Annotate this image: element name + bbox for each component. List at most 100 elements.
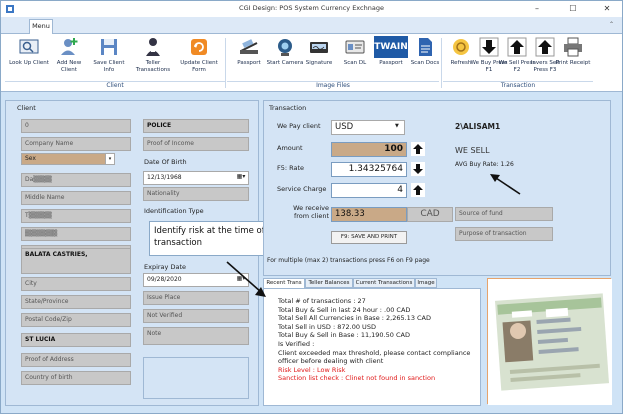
transaction-mode: WE SELL (455, 146, 490, 155)
minimize-button[interactable]: – (525, 1, 549, 17)
save-icon (101, 39, 117, 55)
app-window: CGI Design: POS System Currency Exchnage… (0, 0, 623, 414)
expiry-label: Expiray Date (144, 263, 186, 271)
client-panel-title: Client (17, 104, 36, 112)
tab-image[interactable]: Image (415, 278, 437, 288)
save-client-info-button[interactable]: Save Client Info (89, 36, 129, 80)
look-up-client-button[interactable]: Look Up Client (9, 36, 49, 80)
rate-label: F5: Rate (277, 164, 305, 172)
twain-passport-label: Passport (379, 60, 403, 66)
menu-bar: Menu ⌃ (1, 17, 622, 34)
update-client-form-button[interactable]: Update Client Form (179, 36, 219, 80)
receive-amount: 138.33 (331, 207, 407, 222)
title-bar: CGI Design: POS System Currency Exchnage… (1, 1, 622, 17)
country-field[interactable]: ST LUCIA (21, 333, 131, 347)
transaction-panel-title: Transaction (269, 104, 307, 112)
annotation-arrow-icon (226, 261, 266, 297)
client-id-field[interactable]: 0 (21, 119, 131, 133)
we-pay-label: We Pay client (277, 122, 321, 130)
tab-current-transactions[interactable]: Current Transactions (353, 278, 415, 288)
update-client-form-label: Update Client Form (180, 60, 218, 73)
signature-box (143, 357, 249, 399)
currency-select[interactable]: USD (331, 120, 405, 135)
maximize-button[interactable]: ☐ (561, 1, 585, 17)
id-card-image (487, 278, 612, 405)
start-camera-label: Start Camera (266, 60, 304, 66)
info-line: Total Buy & Sell in Base : 11,190.50 CAD (278, 331, 410, 340)
down-arrow-icon (411, 162, 425, 176)
tab-menu[interactable]: Menu (29, 19, 53, 34)
country-birth-field[interactable]: Country of birth (21, 371, 131, 385)
id-type-label: Identification Type (144, 207, 204, 215)
proof-address-field[interactable]: Proof of Address (21, 353, 131, 367)
scan-dl-icon (345, 40, 365, 54)
info-line: Total Buy & Sell in last 24 hour : .00 C… (278, 305, 411, 314)
tab-teller-balances[interactable]: Teller Balances (305, 278, 353, 288)
add-new-client-label: Add New Client (56, 60, 82, 73)
scan-docs-icon (419, 38, 432, 56)
scan-docs-button[interactable]: Scan Docs (405, 36, 445, 80)
address-field[interactable]: BALATA CASTRIES, (21, 248, 131, 274)
multi-transaction-note: For multiple (max 2) transactions press … (267, 257, 430, 264)
save-and-print-button[interactable]: F9: SAVE AND PRINT (331, 231, 407, 244)
image-files-group-label: Image Files (227, 81, 439, 91)
proof-income-field[interactable]: Proof of Income (143, 137, 249, 151)
passport-scan-button[interactable]: Passport (229, 36, 269, 80)
lookup-client-icon (19, 39, 39, 54)
calendar-icon[interactable]: ▦▾ (235, 173, 247, 183)
id-card-icon (488, 279, 612, 405)
look-up-client-label: Look Up Client (9, 60, 49, 66)
note-field[interactable]: Note (143, 327, 249, 345)
teller-transactions-label: Teller Transactions (135, 60, 171, 73)
scan-dl-button[interactable]: Scan DL (335, 36, 375, 80)
risk-line: Risk Level : Low Risk (278, 365, 346, 374)
twain-icon: TWAIN (374, 36, 408, 58)
service-charge-input[interactable]: 4 (331, 183, 407, 198)
printer-icon (564, 37, 582, 57)
client-info-field[interactable]: ▒▒▒▒▒▒▒ (21, 227, 131, 241)
up-arrow-icon (411, 142, 425, 156)
teller-transactions-button[interactable]: Teller Transactions (133, 36, 173, 80)
camera-icon (278, 39, 292, 56)
client-group-label: Client (5, 81, 225, 91)
add-new-client-button[interactable]: Add New Client (49, 36, 89, 80)
dob-picker[interactable]: 12/13/1968 (143, 171, 249, 185)
rate-input[interactable]: 1.34325764 (331, 162, 407, 177)
signature-icon (310, 42, 328, 53)
info-line: Is Verified : (278, 339, 315, 348)
last-name-field[interactable]: T▒▒▒▒▒ (21, 209, 131, 223)
nationality-field[interactable]: Nationality (143, 187, 249, 201)
close-button[interactable]: ✕ (595, 1, 619, 17)
collapse-ribbon-icon[interactable]: ⌃ (609, 21, 614, 28)
chevron-down-icon[interactable]: ▾ (105, 153, 115, 165)
signature-label: Signature (305, 60, 333, 66)
passport-scan-label: Passport (237, 60, 261, 66)
signature-button[interactable]: Signature (299, 36, 339, 80)
risk-line: Sanction list check : Clinet not found i… (278, 374, 436, 383)
verification-status-field: Not Verified (143, 309, 249, 323)
print-receipt-button[interactable]: Print Receipt (553, 36, 593, 80)
tab-recent-trans[interactable]: Recent Trans (263, 278, 305, 288)
scan-docs-label: Scan Docs (410, 60, 440, 66)
company-field[interactable]: Company Name (21, 137, 131, 151)
postal-field[interactable]: Postal Code/Zip (21, 313, 131, 327)
info-line: officer before dealing with client (278, 357, 384, 366)
info-line: Total Sell in USD : 872.00 USD (278, 322, 376, 331)
source-of-fund-field[interactable]: Source of fund (455, 207, 553, 221)
amount-label: Amount (277, 144, 303, 152)
chevron-down-icon[interactable]: ▼ (395, 123, 399, 129)
info-line: Total Sell All Currencies in Base : 2,26… (278, 314, 432, 323)
purpose-field[interactable]: Purpose of transaction (455, 227, 553, 241)
service-charge-label: Service Charge (277, 185, 327, 193)
first-name-field[interactable]: Da▒▒▒▒ (21, 173, 131, 187)
state-field[interactable]: State/Province (21, 295, 131, 309)
occupation-field[interactable]: POLICE (143, 119, 249, 133)
info-line: Total # of transactions : 27 (278, 297, 366, 305)
city-field[interactable]: City (21, 277, 131, 291)
dob-label: Date Of Birth (144, 158, 187, 166)
amount-input[interactable]: 100 (331, 142, 407, 157)
receive-currency: CAD (407, 207, 453, 222)
middle-name-field[interactable]: Middle Name (21, 191, 131, 205)
sex-select[interactable]: Sex (21, 153, 115, 165)
scanner-icon (240, 39, 258, 54)
